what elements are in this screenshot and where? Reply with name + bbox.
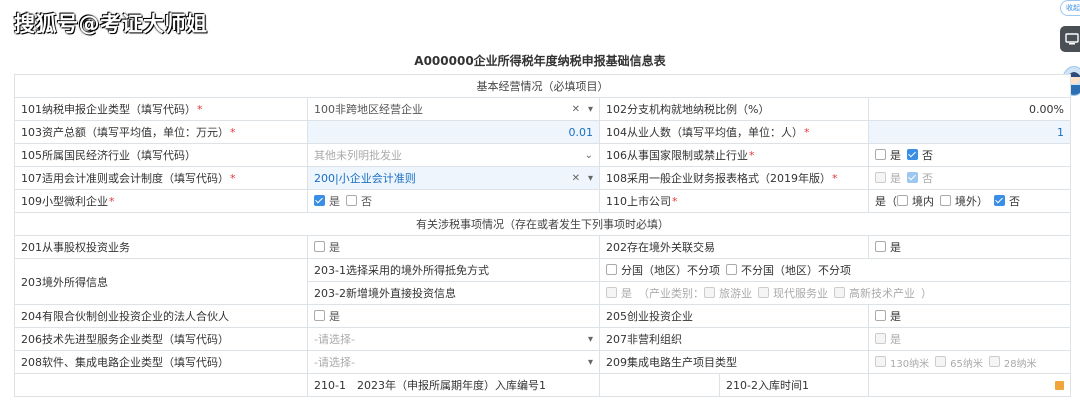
label-101: 101纳税申报企业类型（填写代码） * bbox=[15, 98, 308, 121]
row-101: 101纳税申报企业类型（填写代码） * 100非跨地区经营企业 ✕ ▾ 102分支机… bbox=[15, 98, 1071, 121]
select-industry-value: 其他未列明批发业 bbox=[314, 149, 402, 162]
checkbox-format-no[interactable]: 否 bbox=[907, 170, 933, 186]
checkbox-by-country[interactable]: 分国（地区）不分项 bbox=[606, 262, 720, 278]
dropdown-arrow-icon: ▾ bbox=[587, 356, 593, 368]
dropdown-arrow-icon: ▾ bbox=[587, 103, 593, 115]
dropdown-arrow-icon: ▾ bbox=[587, 172, 593, 184]
industry-close-paren: ） bbox=[921, 287, 932, 300]
checkbox-28nm[interactable]: 28纳米 bbox=[988, 355, 1037, 370]
checkbox-65nm[interactable]: 65纳米 bbox=[935, 355, 983, 370]
select-accounting-standard[interactable]: 200|小企业会计准则 ✕ ▾ bbox=[308, 167, 600, 190]
restricted-industry-options: 是 否 bbox=[869, 144, 1071, 167]
foreign-investment-options: 是 （产业类别： 旅游业 现代服务业 高新技术产业 ） bbox=[600, 282, 1071, 305]
ic-process-options: 130纳米 65纳米 28纳米 bbox=[869, 351, 1071, 374]
row-204: 204有限合伙制创业投资企业的法人合伙人 是 205创业投资企业 是 bbox=[15, 305, 1071, 328]
label-105: 105所属国民经济行业（填写代码） bbox=[15, 144, 308, 167]
checkbox-small-yes[interactable]: 是 bbox=[314, 193, 340, 209]
label-206: 206技术先进型服务企业类型（填写代码） bbox=[15, 328, 308, 351]
checkbox-foreign-invest-yes[interactable]: 是 bbox=[606, 285, 632, 301]
report-format-options: 是 否 bbox=[869, 167, 1071, 190]
checkbox-equity-investment[interactable]: 是 bbox=[308, 236, 600, 259]
collapse-tab-label: 收起 bbox=[1066, 4, 1080, 12]
label-207: 207非营利组织 bbox=[600, 328, 869, 351]
section-basic-header: 基本经营情况（必填项目） bbox=[15, 75, 1071, 98]
label-107: 107适用会计准则或会计制度（填写代码） * bbox=[15, 167, 308, 190]
checkbox-small-no[interactable]: 否 bbox=[346, 193, 372, 209]
chevron-down-icon: ⌄ bbox=[584, 149, 593, 161]
calendar-icon[interactable] bbox=[1055, 380, 1064, 390]
checkbox-tourism[interactable]: 旅游业 bbox=[704, 285, 752, 301]
input-registration-date[interactable] bbox=[869, 374, 1071, 397]
label-208: 208软件、集成电路企业类型（填写代码） bbox=[15, 351, 308, 374]
label-109: 109小型微利企业 * bbox=[15, 190, 308, 213]
device-icon[interactable] bbox=[1060, 26, 1080, 52]
section-tax-matters-header: 有关涉税事项情况（存在或者发生下列事项时必填） bbox=[15, 213, 1071, 236]
dropdown-arrow-icon: ▾ bbox=[587, 333, 593, 345]
row-206: 206技术先进型服务企业类型（填写代码） -请选择- ▾ 207非营利组织 是 bbox=[15, 328, 1071, 351]
checkbox-lp-partner[interactable]: 是 bbox=[308, 305, 600, 328]
label-106: 106从事国家限制或禁止行业 * bbox=[600, 144, 869, 167]
checkbox-nonprofit[interactable]: 是 bbox=[869, 328, 1071, 351]
industry-category-label: （产业类别： bbox=[638, 287, 704, 300]
row-103: 103资产总额（填写平均值，单位：万元） * 0.01 104从业人数（填写平均值… bbox=[15, 121, 1071, 144]
checkbox-modern-service[interactable]: 现代服务业 bbox=[758, 285, 828, 301]
label-205: 205创业投资企业 bbox=[600, 305, 869, 328]
checkbox-listed-no[interactable]: 否 bbox=[994, 193, 1020, 209]
row-210: 210-1 2023年（申报所属期年度）入库编号1 210-2入库时间1 bbox=[15, 374, 1071, 397]
label-201: 201从事股权投资业务 bbox=[15, 236, 308, 259]
row-109: 109小型微利企业 * 是 否 110上市公司 * 是（ 境内 境外） 否 bbox=[15, 190, 1071, 213]
checkbox-restricted-yes[interactable]: 是 bbox=[875, 147, 901, 163]
checkbox-venture-capital[interactable]: 是 bbox=[869, 305, 1071, 328]
checkbox-restricted-no[interactable]: 否 bbox=[907, 147, 933, 163]
label-203: 203境外所得信息 bbox=[15, 259, 308, 305]
clear-icon[interactable]: ✕ bbox=[572, 104, 580, 115]
select-software-ic-type[interactable]: -请选择- ▾ bbox=[308, 351, 600, 374]
label-210 bbox=[15, 374, 308, 397]
label-210-1: 210-1 2023年（申报所属期年度）入库编号1 bbox=[308, 374, 600, 397]
select-accounting-standard-value: 200|小企业会计准则 bbox=[314, 172, 416, 185]
watermark: 搜狐号@考证大师姐 bbox=[14, 12, 208, 36]
row-107: 107适用会计准则或会计制度（填写代码） * 200|小企业会计准则 ✕ ▾ 108… bbox=[15, 167, 1071, 190]
label-110: 110上市公司 * bbox=[600, 190, 869, 213]
checkbox-hitech[interactable]: 高新技术产业 bbox=[834, 285, 915, 301]
label-202: 202存在境外关联交易 bbox=[600, 236, 869, 259]
checkbox-listed-foreign[interactable]: 境外） bbox=[940, 193, 988, 209]
select-enterprise-type-value: 100非跨地区经营企业 bbox=[314, 103, 423, 116]
label-203-1: 203-1选择采用的境外所得抵免方式 bbox=[308, 259, 600, 282]
checkbox-listed-domestic[interactable]: 境内 bbox=[897, 193, 934, 209]
row-208: 208软件、集成电路企业类型（填写代码） -请选择- ▾ 209集成电路生产项目… bbox=[15, 351, 1071, 374]
label-108: 108采用一般企业财务报表格式（2019年版） * bbox=[600, 167, 869, 190]
input-branch-ratio[interactable]: 0.00% bbox=[869, 98, 1071, 121]
row-201: 201从事股权投资业务 是 202存在境外关联交易 是 bbox=[15, 236, 1071, 259]
label-203-2: 203-2新增境外直接投资信息 bbox=[308, 282, 600, 305]
label-204: 204有限合伙制创业投资企业的法人合伙人 bbox=[15, 305, 308, 328]
clear-icon[interactable]: ✕ bbox=[572, 173, 580, 184]
select-tech-service-type-value: -请选择- bbox=[314, 333, 355, 346]
label-104: 104从业人数（填写平均值，单位：人） * bbox=[600, 121, 869, 144]
input-total-assets[interactable]: 0.01 bbox=[308, 121, 600, 144]
select-industry[interactable]: 其他未列明批发业 ⌄ bbox=[308, 144, 600, 167]
small-enterprise-options: 是 否 bbox=[308, 190, 600, 213]
label-103: 103资产总额（填写平均值，单位：万元） * bbox=[15, 121, 308, 144]
select-tech-service-type[interactable]: -请选择- ▾ bbox=[308, 328, 600, 351]
checkbox-foreign-transactions[interactable]: 是 bbox=[869, 236, 1071, 259]
select-enterprise-type[interactable]: 100非跨地区经营企业 ✕ ▾ bbox=[308, 98, 600, 121]
checkbox-130nm[interactable]: 130纳米 bbox=[875, 355, 929, 370]
basic-info-form: 基本经营情况（必填项目） 101纳税申报企业类型（填写代码） * 100非跨地区经… bbox=[14, 74, 1071, 397]
listed-company-options: 是（ 境内 境外） 否 bbox=[869, 190, 1071, 213]
page-title: A000000企业所得税年度纳税申报基础信息表 bbox=[414, 54, 666, 68]
credit-method-options: 分国（地区）不分项 不分国（地区）不分项 bbox=[600, 259, 1071, 282]
input-employees[interactable]: 1 bbox=[869, 121, 1071, 144]
checkbox-not-by-country[interactable]: 不分国（地区）不分项 bbox=[726, 262, 851, 278]
select-software-ic-type-value: -请选择- bbox=[314, 356, 355, 369]
listed-yes-prefix: 是（ bbox=[875, 195, 897, 208]
checkbox-format-yes[interactable]: 是 bbox=[875, 170, 901, 186]
row-105: 105所属国民经济行业（填写代码） 其他未列明批发业 ⌄ 106从事国家限制或禁… bbox=[15, 144, 1071, 167]
input-registration-no[interactable] bbox=[600, 374, 720, 397]
collapse-tab[interactable]: 收起 bbox=[1060, 0, 1080, 16]
label-210-2: 210-2入库时间1 bbox=[720, 374, 869, 397]
label-209: 209集成电路生产项目类型 bbox=[600, 351, 869, 374]
row-203: 203境外所得信息 203-1选择采用的境外所得抵免方式 分国（地区）不分项 不… bbox=[15, 259, 1071, 305]
label-102: 102分支机构就地纳税比例（%） bbox=[600, 98, 869, 121]
